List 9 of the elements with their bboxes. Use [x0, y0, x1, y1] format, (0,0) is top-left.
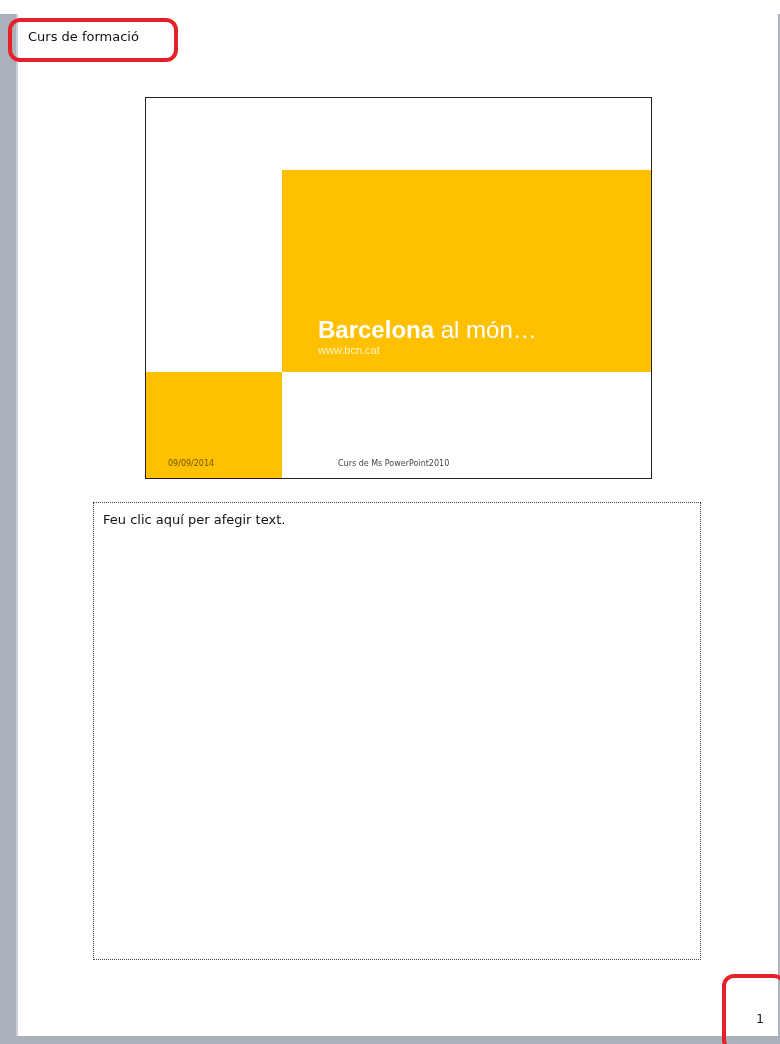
placeholder-text: Feu clic aquí per afegir text. [103, 512, 286, 527]
slide-subtitle: www.bcn.cat [318, 344, 380, 356]
slide-title: Barcelona al món… [318, 316, 537, 344]
slide-footer: Curs de Ms PowerPoint2010 [338, 459, 450, 468]
slide-thumbnail[interactable]: Barcelona al món… www.bcn.cat 09/09/2014 Curs de Ms PowerPoint2010 [145, 97, 652, 479]
notes-placeholder[interactable]: Feu clic aquí per afegir text. [93, 502, 701, 960]
slide-date: 09/09/2014 [168, 459, 215, 468]
page-number: 1 [756, 1012, 764, 1026]
header-text: Curs de formació [28, 29, 139, 44]
